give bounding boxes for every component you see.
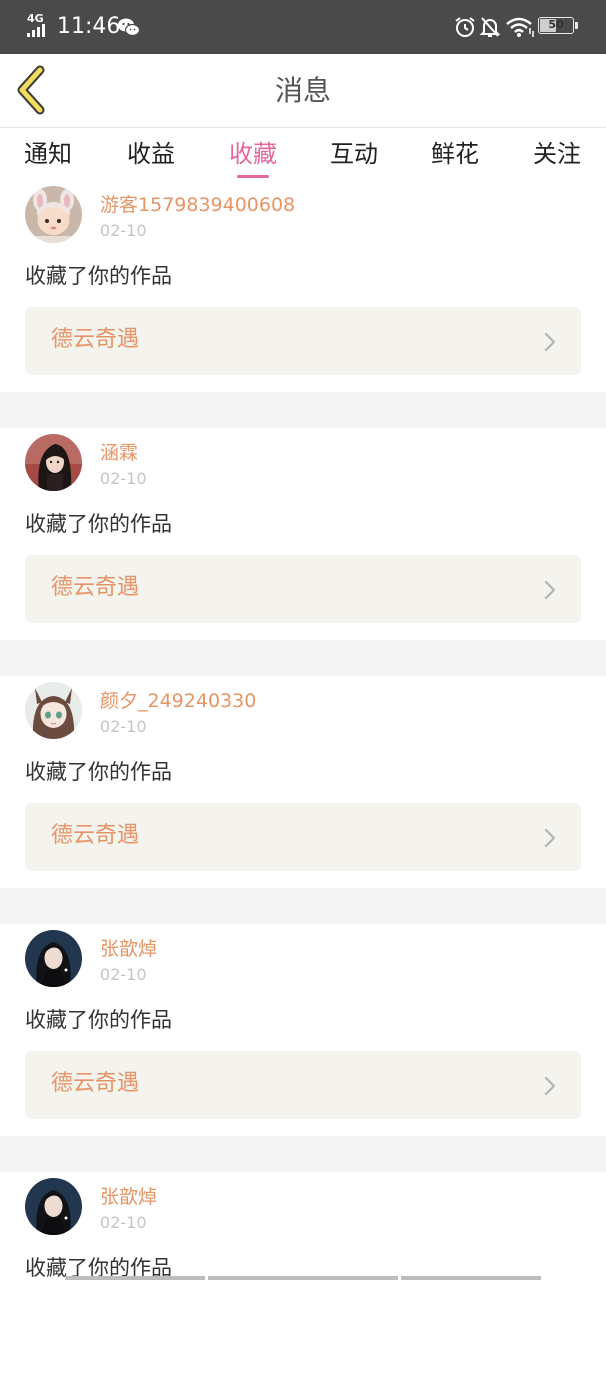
user-avatar[interactable] — [25, 186, 82, 243]
wifi-icon — [506, 17, 534, 37]
chevron-right-icon — [544, 332, 556, 352]
nav-hint-bar — [208, 1276, 398, 1280]
signal-icon — [27, 24, 51, 37]
tab-flowers[interactable]: 鲜花 — [415, 138, 495, 170]
work-title: 德云奇遇 — [51, 823, 140, 848]
chevron-right-icon — [544, 580, 556, 600]
divider — [0, 392, 606, 428]
work-title: 德云奇遇 — [51, 575, 140, 600]
status-bar: 4G 11:46 50 — [0, 0, 606, 54]
list-item: 涵霖 02-10 收藏了你的作品 德云奇遇 — [0, 428, 606, 640]
date: 02-10 — [100, 221, 147, 240]
chevron-right-icon — [544, 828, 556, 848]
list-item: 张歆焯 02-10 收藏了你的作品 德云奇遇 — [0, 924, 606, 1136]
page-title: 消息 — [274, 74, 331, 107]
tab-favorites[interactable]: 收藏 — [213, 138, 293, 170]
divider — [0, 888, 606, 924]
tab-following[interactable]: 关注 — [517, 138, 597, 170]
username[interactable]: 颜夕_249240330 — [100, 689, 256, 713]
divider — [0, 1136, 606, 1172]
work-link[interactable]: 德云奇遇 — [25, 1051, 581, 1119]
date: 02-10 — [100, 1213, 147, 1232]
user-avatar[interactable] — [25, 930, 82, 987]
action-text: 收藏了你的作品 — [25, 512, 172, 536]
list-item: 颜夕_249240330 02-10 收藏了你的作品 德云奇遇 — [0, 676, 606, 888]
tab-notifications[interactable]: 通知 — [8, 138, 88, 170]
work-link[interactable]: 德云奇遇 — [25, 307, 581, 375]
active-tab-indicator — [237, 175, 269, 178]
action-text: 收藏了你的作品 — [25, 760, 172, 784]
chevron-right-icon — [544, 1076, 556, 1096]
action-text: 收藏了你的作品 — [25, 264, 172, 288]
tab-interactions[interactable]: 互动 — [314, 138, 394, 170]
username[interactable]: 张歆焯 — [100, 937, 157, 961]
work-title: 德云奇遇 — [51, 1071, 140, 1096]
status-time: 11:46 — [57, 14, 121, 39]
wechat-icon — [118, 18, 141, 37]
battery-level: 50 — [548, 18, 564, 31]
work-link[interactable]: 德云奇遇 — [25, 555, 581, 623]
username[interactable]: 涵霖 — [100, 441, 138, 465]
bell-muted-icon — [479, 17, 501, 37]
nav-hint-bar — [401, 1276, 541, 1280]
nav-hint-bar — [65, 1276, 205, 1280]
date: 02-10 — [100, 965, 147, 984]
user-avatar[interactable] — [25, 434, 82, 491]
alarm-icon — [455, 17, 475, 37]
tab-earnings[interactable]: 收益 — [111, 138, 191, 170]
network-type: 4G — [27, 12, 44, 25]
work-link[interactable]: 德云奇遇 — [25, 803, 581, 871]
list-item: 游客1579839400608 02-10 收藏了你的作品 德云奇遇 — [0, 180, 606, 392]
divider — [0, 640, 606, 676]
battery-icon: 50 — [538, 17, 574, 34]
action-text: 收藏了你的作品 — [25, 1008, 172, 1032]
tab-bar: 通知 收益 收藏 互动 鲜花 关注 — [0, 128, 606, 180]
date: 02-10 — [100, 469, 147, 488]
favorites-feed: 游客1579839400608 02-10 收藏了你的作品 德云奇遇 涵霖 02… — [0, 180, 606, 1384]
battery-cap — [575, 22, 578, 29]
date: 02-10 — [100, 717, 147, 736]
username[interactable]: 游客1579839400608 — [100, 193, 295, 217]
app-header: 消息 — [0, 54, 606, 128]
user-avatar[interactable] — [25, 1178, 82, 1235]
work-title: 德云奇遇 — [51, 327, 140, 352]
user-avatar[interactable] — [25, 682, 82, 739]
username[interactable]: 张歆焯 — [100, 1185, 157, 1209]
